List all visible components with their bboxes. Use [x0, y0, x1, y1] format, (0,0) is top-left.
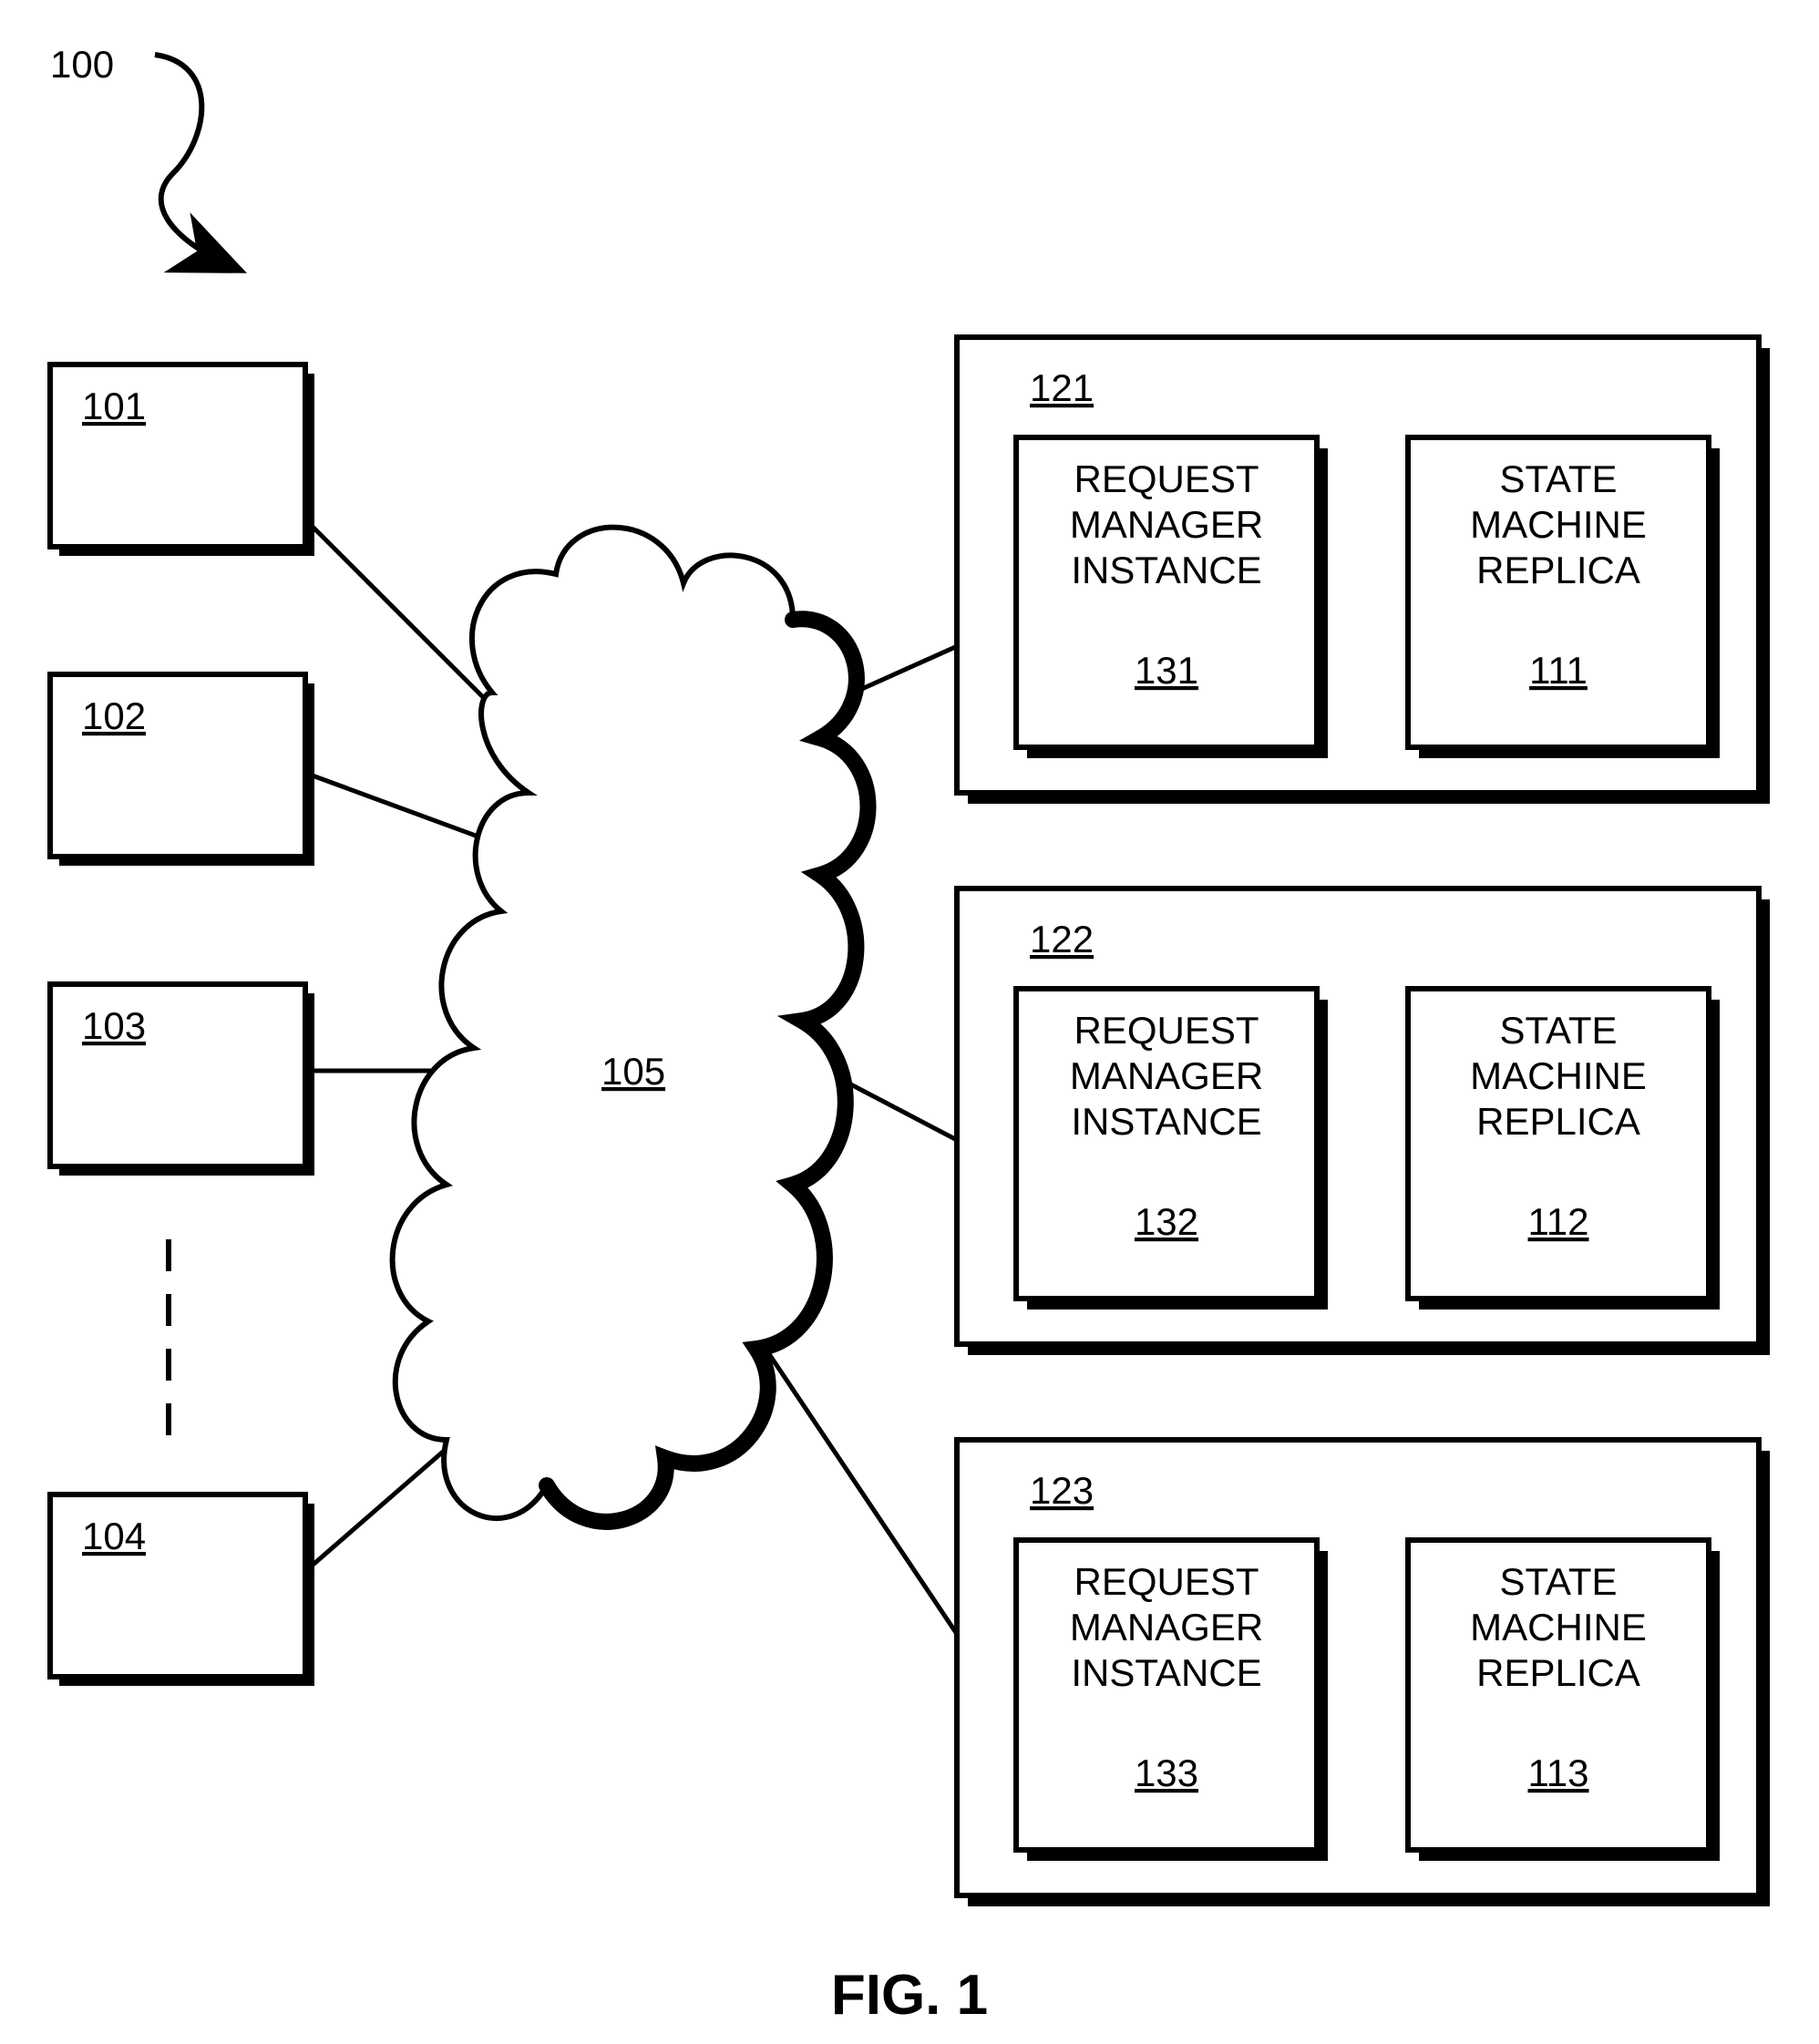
rmi-ref: 133 [1135, 1751, 1198, 1794]
smr-label: STATE [1499, 1560, 1617, 1603]
diagram-root: 100 105 101 102 103 [0, 0, 1819, 2044]
rmi-box-131: REQUEST MANAGER INSTANCE 131 [1016, 437, 1328, 758]
client-box-104: 104 [50, 1494, 314, 1686]
smr-label: REPLICA [1476, 1100, 1640, 1143]
rmi-label: REQUEST [1074, 1009, 1259, 1052]
rmi-label: REQUEST [1074, 457, 1259, 500]
client-box-103: 103 [50, 984, 314, 1176]
smr-label: REPLICA [1476, 1651, 1640, 1694]
server-box-122: 122 REQUEST MANAGER INSTANCE 132 STATE M… [957, 888, 1770, 1355]
server-box-121: 121 REQUEST MANAGER INSTANCE 131 STATE M… [957, 337, 1770, 804]
cloud-ref: 105 [601, 1050, 665, 1093]
server-ref: 123 [1030, 1469, 1094, 1512]
smr-label: MACHINE [1470, 503, 1647, 546]
rmi-box-132: REQUEST MANAGER INSTANCE 132 [1016, 989, 1328, 1310]
rmi-ref: 131 [1135, 649, 1198, 692]
client-ref: 101 [82, 385, 146, 427]
smr-label: MACHINE [1470, 1054, 1647, 1097]
figure-ref-arrow [155, 55, 237, 269]
rmi-box-133: REQUEST MANAGER INSTANCE 133 [1016, 1540, 1328, 1861]
server-ref: 122 [1030, 918, 1094, 960]
server-box-123: 123 REQUEST MANAGER INSTANCE 133 STATE M… [957, 1440, 1770, 1906]
rmi-label: INSTANCE [1071, 549, 1261, 591]
smr-label: MACHINE [1470, 1606, 1647, 1649]
smr-label: STATE [1499, 457, 1617, 500]
client-ref: 104 [82, 1515, 146, 1557]
client-ref: 102 [82, 694, 146, 737]
figure-label: FIG. 1 [831, 1964, 988, 2027]
smr-label: STATE [1499, 1009, 1617, 1052]
client-ref: 103 [82, 1004, 146, 1047]
rmi-label: INSTANCE [1071, 1651, 1261, 1694]
rmi-label: REQUEST [1074, 1560, 1259, 1603]
smr-box-111: STATE MACHINE REPLICA 111 [1408, 437, 1720, 758]
rmi-label: MANAGER [1070, 1054, 1263, 1097]
client-box-102: 102 [50, 674, 314, 866]
smr-ref: 112 [1528, 1200, 1589, 1243]
figure-ref: 100 [50, 43, 114, 86]
server-ref: 121 [1030, 366, 1094, 409]
smr-box-112: STATE MACHINE REPLICA 112 [1408, 989, 1720, 1310]
rmi-label: MANAGER [1070, 1606, 1263, 1649]
smr-ref: 111 [1529, 649, 1588, 692]
smr-box-113: STATE MACHINE REPLICA 113 [1408, 1540, 1720, 1861]
smr-label: REPLICA [1476, 549, 1640, 591]
smr-ref: 113 [1528, 1751, 1589, 1794]
client-box-101: 101 [50, 365, 314, 556]
rmi-ref: 132 [1135, 1200, 1198, 1243]
rmi-label: INSTANCE [1071, 1100, 1261, 1143]
rmi-label: MANAGER [1070, 503, 1263, 546]
